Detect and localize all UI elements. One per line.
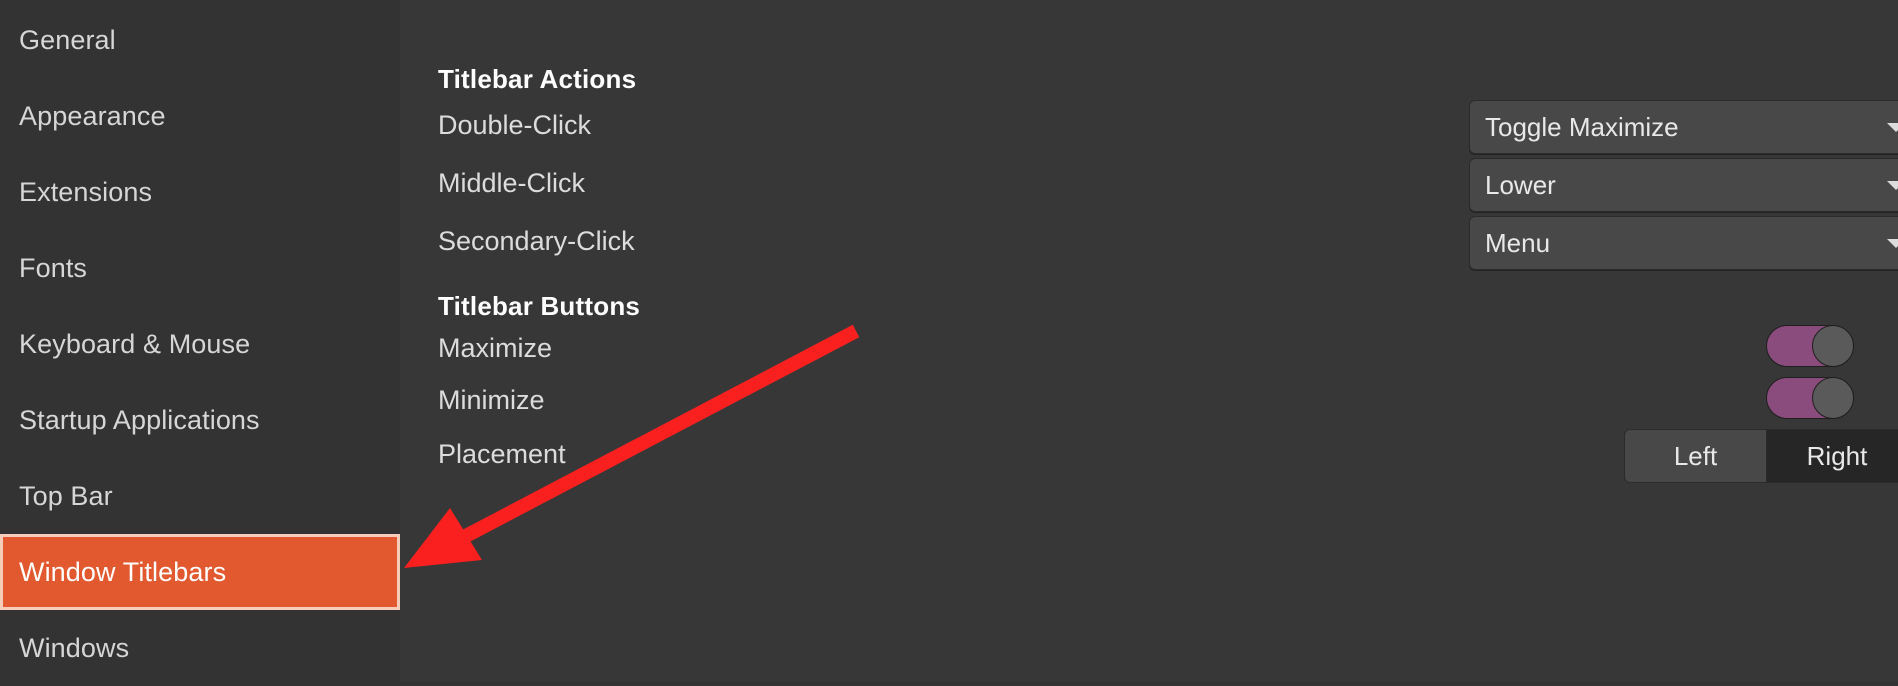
- double-click-action-value: Toggle Maximize: [1485, 111, 1679, 142]
- sidebar-item-label: Startup Applications: [19, 404, 260, 435]
- sidebar-item-label: Window Titlebars: [19, 556, 227, 587]
- sidebar-item-keyboard-and-mouse[interactable]: Keyboard & Mouse: [0, 306, 400, 382]
- label-double-click: Double-Click: [438, 110, 592, 140]
- sidebar-item-extensions[interactable]: Extensions: [0, 154, 400, 230]
- double-click-action-dropdown[interactable]: Toggle Maximize: [1469, 100, 1898, 154]
- sidebar-item-appearance[interactable]: Appearance: [0, 78, 400, 154]
- sidebar-item-label: Top Bar: [19, 480, 113, 511]
- label-middle-click: Middle-Click: [438, 168, 586, 198]
- chevron-down-icon: [1887, 122, 1898, 132]
- label-placement: Placement: [438, 439, 566, 469]
- preferences-window: General Appearance Extensions Fonts Keyb…: [0, 0, 1898, 682]
- label-minimize: Minimize: [438, 385, 545, 415]
- placement-segmented-control: Left Right: [1624, 429, 1898, 483]
- sidebar-item-startup-applications[interactable]: Startup Applications: [0, 382, 400, 458]
- sidebar-item-window-titlebars[interactable]: Window Titlebars: [0, 534, 400, 610]
- placement-option-left[interactable]: Left: [1625, 430, 1766, 482]
- settings-content-pane: Titlebar Actions Double-Click Toggle Max…: [400, 0, 1898, 682]
- secondary-click-action-dropdown[interactable]: Menu: [1469, 216, 1898, 270]
- sidebar-item-label: General: [19, 24, 116, 55]
- label-maximize: Maximize: [438, 333, 553, 363]
- section-title-titlebar-buttons: Titlebar Buttons: [438, 291, 641, 321]
- sidebar-item-windows[interactable]: Windows: [0, 610, 400, 686]
- sidebar-item-label: Windows: [19, 632, 130, 663]
- chevron-down-icon: [1887, 180, 1898, 190]
- settings-sidebar: General Appearance Extensions Fonts Keyb…: [0, 0, 400, 682]
- placement-option-right[interactable]: Right: [1766, 430, 1898, 482]
- middle-click-action-value: Lower: [1485, 169, 1556, 200]
- toggle-knob: [1812, 377, 1854, 419]
- sidebar-item-fonts[interactable]: Fonts: [0, 230, 400, 306]
- label-secondary-click: Secondary-Click: [438, 226, 635, 256]
- minimize-button-toggle[interactable]: [1766, 377, 1854, 419]
- sidebar-item-label: Fonts: [19, 252, 88, 283]
- toggle-knob: [1812, 325, 1854, 367]
- middle-click-action-dropdown[interactable]: Lower: [1469, 158, 1898, 212]
- sidebar-item-top-bar[interactable]: Top Bar: [0, 458, 400, 534]
- sidebar-item-label: Extensions: [19, 176, 153, 207]
- maximize-button-toggle[interactable]: [1766, 325, 1854, 367]
- section-title-titlebar-actions: Titlebar Actions: [438, 64, 637, 94]
- chevron-down-icon: [1887, 238, 1898, 248]
- sidebar-item-general[interactable]: General: [0, 2, 400, 78]
- sidebar-item-label: Appearance: [19, 100, 166, 131]
- secondary-click-action-value: Menu: [1485, 227, 1551, 258]
- sidebar-item-label: Keyboard & Mouse: [19, 328, 251, 359]
